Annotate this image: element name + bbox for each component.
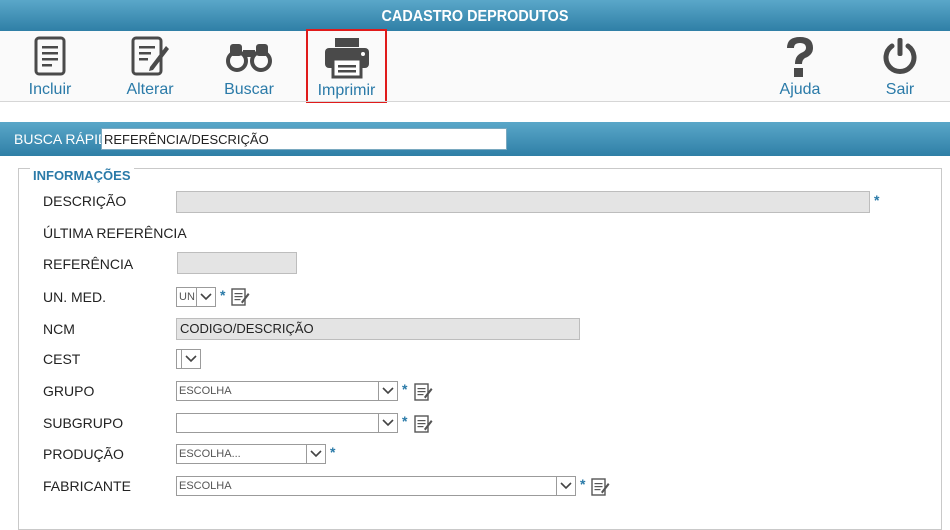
- descricao-label: DESCRIÇÃO: [43, 193, 127, 209]
- register-note-icon[interactable]: [414, 382, 433, 401]
- producao-dropdown[interactable]: [306, 445, 325, 463]
- referencia-label: REFERÊNCIA: [43, 256, 134, 272]
- printer-icon: [324, 38, 369, 79]
- ultima-referencia-label: ÚLTIMA REFERÊNCIA: [43, 225, 187, 241]
- un-med-value: UN: [179, 291, 195, 303]
- binoculars-icon: [226, 44, 272, 72]
- producao-value: ESCOLHA...: [179, 448, 241, 460]
- power-icon: [883, 38, 917, 74]
- producao-select[interactable]: ESCOLHA...: [176, 444, 326, 464]
- fabricante-select[interactable]: ESCOLHA: [176, 476, 576, 496]
- descricao-required-mark: *: [874, 192, 880, 208]
- chevron-down-icon: [200, 293, 212, 301]
- toolbar-divider: [0, 101, 950, 102]
- descricao-field[interactable]: [176, 191, 870, 213]
- grupo-dropdown[interactable]: [378, 382, 397, 400]
- referencia-field[interactable]: [177, 252, 297, 274]
- alterar-label: Alterar: [126, 81, 174, 98]
- cest-dropdown[interactable]: [181, 350, 200, 368]
- chevron-down-icon: [382, 387, 394, 395]
- imprimir-label: Imprimir: [317, 82, 376, 99]
- un-med-required-mark: *: [220, 287, 226, 303]
- fabricante-value: ESCOLHA: [179, 480, 232, 492]
- buscar-button[interactable]: Buscar: [217, 31, 281, 101]
- sair-button[interactable]: Sair: [870, 31, 930, 101]
- ncm-label: NCM: [43, 321, 75, 337]
- subgrupo-select[interactable]: [176, 413, 398, 433]
- document-icon: [34, 36, 66, 76]
- ajuda-button[interactable]: Ajuda: [770, 31, 830, 101]
- alterar-button[interactable]: Alterar: [118, 31, 182, 101]
- subgrupo-dropdown[interactable]: [378, 414, 397, 432]
- fabricante-label: FABRICANTE: [43, 478, 131, 494]
- fabricante-dropdown[interactable]: [556, 477, 575, 495]
- chevron-down-icon: [382, 419, 394, 427]
- title-bar: CADASTRO DEPRODUTOS: [0, 0, 950, 31]
- subgrupo-required-mark: *: [402, 413, 408, 429]
- informacoes-legend: INFORMAÇÕES: [30, 168, 134, 183]
- un-med-select[interactable]: UN: [176, 287, 216, 307]
- toolbar: Incluir Alterar Buscar Imprimir Ajuda Sa…: [0, 29, 950, 103]
- sair-label: Sair: [885, 81, 915, 98]
- grupo-value: ESCOLHA: [179, 385, 232, 397]
- imprimir-button[interactable]: Imprimir: [306, 29, 387, 103]
- cest-label: CEST: [43, 351, 81, 367]
- grupo-required-mark: *: [402, 381, 408, 397]
- register-note-icon[interactable]: [414, 414, 433, 433]
- ncm-field[interactable]: CODIGO/DESCRIÇÃO: [176, 318, 580, 340]
- register-note-icon[interactable]: [231, 287, 250, 306]
- grupo-label: GRUPO: [43, 383, 95, 399]
- producao-required-mark: *: [330, 444, 336, 460]
- window-title: CADASTRO DEPRODUTOS: [47, 0, 903, 31]
- cest-select[interactable]: [176, 349, 201, 369]
- fabricante-required-mark: *: [580, 476, 586, 492]
- chevron-down-icon: [185, 355, 197, 363]
- chevron-down-icon: [560, 482, 572, 490]
- producao-label: PRODUÇÃO: [43, 446, 124, 462]
- quick-search-bar: BUSCA RÁPIDA: [0, 122, 950, 156]
- un-med-dropdown[interactable]: [196, 288, 215, 306]
- register-note-icon[interactable]: [591, 477, 610, 496]
- buscar-label: Buscar: [224, 81, 274, 98]
- incluir-label: Incluir: [28, 81, 72, 98]
- subgrupo-label: SUBGRUPO: [43, 415, 124, 431]
- incluir-button[interactable]: Incluir: [18, 31, 82, 101]
- question-mark-icon: [787, 37, 813, 77]
- un-med-label: UN. MED.: [43, 289, 106, 305]
- chevron-down-icon: [310, 450, 322, 458]
- grupo-select[interactable]: ESCOLHA: [176, 381, 398, 401]
- quick-search-input[interactable]: [101, 128, 507, 150]
- ajuda-label: Ajuda: [779, 81, 821, 98]
- edit-document-icon: [131, 36, 169, 76]
